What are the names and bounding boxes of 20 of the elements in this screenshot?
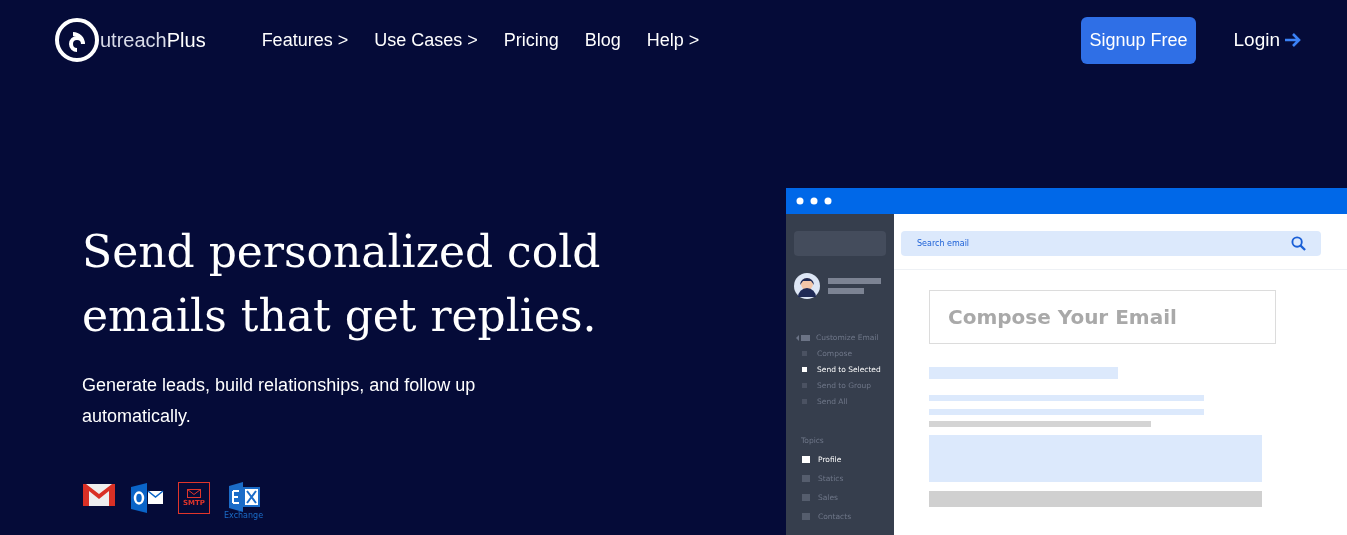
logo-icon [54, 17, 100, 63]
search-field[interactable]: Search email [901, 231, 1321, 256]
arrow-icon [1284, 32, 1302, 48]
avatar-icon [794, 273, 820, 299]
mail-envelope-icon [82, 482, 116, 508]
hero-heading: Send personalized cold emails that get replies. [82, 225, 602, 343]
envelope-icon [796, 333, 810, 342]
nav-link[interactable]: Pricing [503, 29, 559, 51]
window-dots-icon [796, 197, 834, 205]
search-icon [1291, 236, 1306, 251]
nav-link[interactable]: Blog [584, 29, 621, 51]
nav-link[interactable]: Use Cases > [374, 29, 478, 51]
signup-button[interactable]: Signup Free [1081, 16, 1196, 64]
nav-link[interactable]: Features > [261, 29, 349, 51]
login-link[interactable]: Login [1233, 29, 1302, 51]
nav-link[interactable]: Help > [646, 29, 700, 51]
logo-text[interactable]: utreachPlus [100, 28, 206, 52]
hero-subtitle: Generate leads, build relationships, and follow up automatically. [82, 374, 477, 428]
compose-title: Compose Your Email [929, 290, 1276, 344]
mail-envelope-icon [130, 482, 164, 514]
